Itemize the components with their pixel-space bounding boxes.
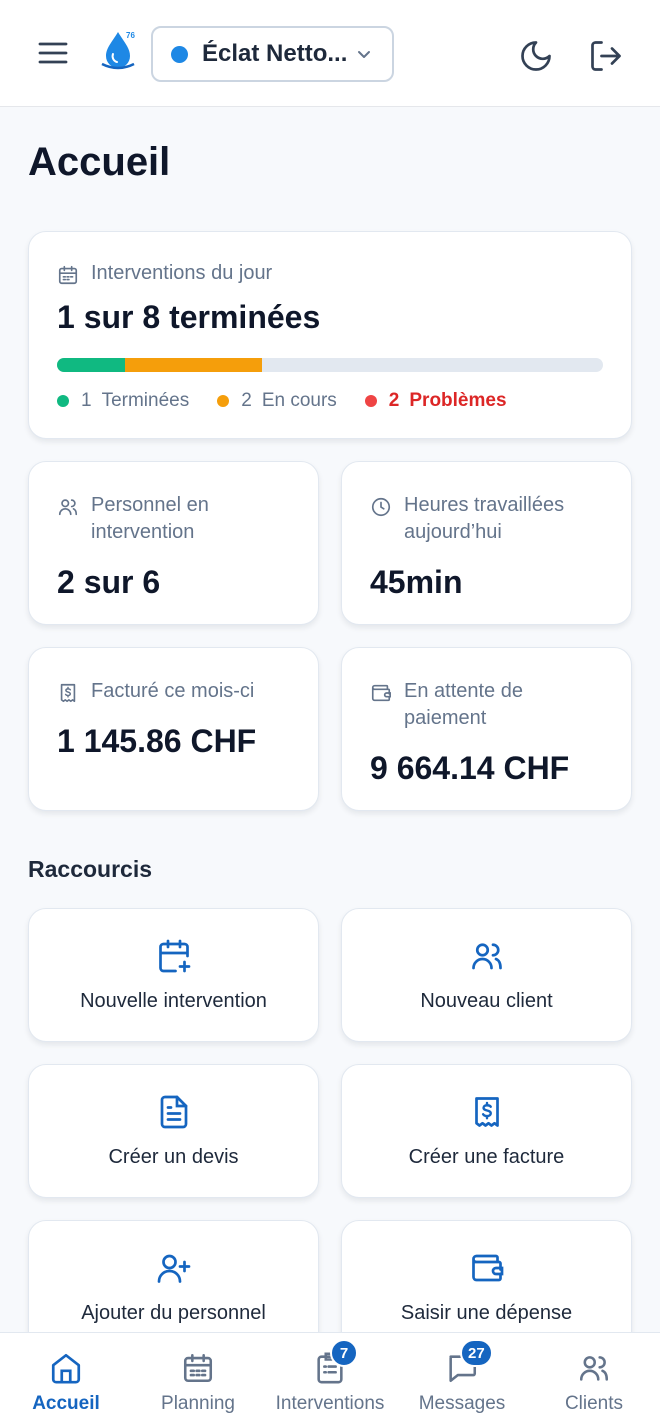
shortcut-label: Créer une facture: [408, 1145, 565, 1168]
company-status-dot: [171, 45, 188, 63]
shortcuts-title: Raccourcis: [28, 856, 153, 882]
invoiced-value: 1 145.86 CHF: [57, 723, 257, 759]
messages-badge: 27: [460, 1339, 493, 1367]
calendar-plus-icon: [158, 939, 190, 972]
hamburger-icon: [38, 42, 68, 64]
legend-en-cours: 2 En cours: [217, 390, 337, 412]
bottom-navigation: Accueil Planning 7 Interventions 27 Mess…: [0, 1332, 660, 1428]
home-icon: [51, 1353, 81, 1384]
today-legend: 1 Terminées 2 En cours 2 Problèmes: [57, 390, 603, 412]
company-name: Éclat Netto...: [202, 40, 348, 67]
hours-card[interactable]: Heures travaillées aujourd’hui 45min: [341, 461, 632, 625]
legend-dot-problemes: [364, 395, 377, 407]
pending-payment-card[interactable]: En attente de paiement 9 664.14 CHF: [341, 647, 632, 811]
nav-label: Accueil: [32, 1393, 100, 1414]
shortcut-label: Nouveau client: [420, 989, 553, 1012]
today-interventions-card[interactable]: Interventions du jour 1 sur 8 terminées …: [28, 231, 632, 439]
pending-label: En attente de paiement: [404, 680, 523, 729]
interventions-badge: 7: [330, 1339, 358, 1367]
nav-item-interventions[interactable]: 7 Interventions: [264, 1333, 396, 1428]
nav-label: Interventions: [275, 1393, 385, 1414]
hours-label: Heures travaillées aujourd’hui: [404, 494, 565, 543]
hours-value: 45min: [370, 564, 463, 600]
nav-label: Clients: [564, 1393, 624, 1414]
clock-icon: [371, 497, 391, 517]
receipt-dollar-icon: [60, 683, 76, 703]
nav-item-clients[interactable]: Clients: [528, 1333, 660, 1428]
users-icon: [471, 942, 502, 969]
nav-label: Messages: [418, 1393, 506, 1414]
calendar-icon: [183, 1353, 213, 1383]
chevron-down-icon: [358, 51, 370, 58]
today-label: Interventions du jour: [91, 262, 273, 284]
users-icon: [579, 1356, 609, 1381]
wallet-icon: [471, 1254, 503, 1281]
progress-segment: [57, 358, 126, 372]
progress-segment: [125, 358, 262, 372]
invoiced-card[interactable]: Facturé ce mois-ci 1 145.86 CHF: [28, 647, 319, 811]
invoiced-label: Facturé ce mois-ci: [91, 680, 255, 702]
today-value: 1 sur 8 terminées: [57, 299, 321, 335]
nav-item-accueil[interactable]: Accueil: [0, 1333, 132, 1428]
logo-sup-text: 76: [126, 31, 135, 40]
app-logo: 76: [98, 28, 138, 72]
shortcut-new-client[interactable]: Nouveau client: [341, 908, 632, 1042]
legend-terminees: 1 Terminées: [57, 390, 189, 412]
users-icon: [58, 499, 78, 516]
shortcut-label: Saisir une dépense: [400, 1301, 573, 1324]
legend-label: En cours: [261, 390, 337, 411]
page-title: Accueil: [28, 140, 171, 184]
top-bar: 76 Éclat Netto...: [0, 0, 660, 107]
water-drop-logo-icon: 76: [101, 31, 135, 70]
user-plus-icon: [157, 1254, 190, 1283]
personnel-card[interactable]: Personnel en intervention 2 sur 6: [28, 461, 319, 625]
legend-label: Problèmes: [409, 390, 507, 411]
shortcut-label: Créer un devis: [108, 1145, 239, 1168]
company-selector[interactable]: Éclat Netto...: [151, 26, 394, 82]
shortcut-label: Nouvelle intervention: [80, 989, 267, 1012]
legend-count: 2: [241, 390, 252, 411]
shortcut-new-intervention[interactable]: Nouvelle intervention: [28, 908, 319, 1042]
shortcut-create-quote[interactable]: Créer un devis: [28, 1064, 319, 1198]
calendar-icon: [58, 265, 78, 285]
today-progress-bar: [57, 358, 603, 372]
shortcut-label: Ajouter du personnel: [81, 1301, 266, 1324]
logout-button[interactable]: [588, 38, 624, 74]
pending-value: 9 664.14 CHF: [370, 750, 570, 786]
nav-item-planning[interactable]: Planning: [132, 1333, 264, 1428]
receipt-icon: [474, 1096, 499, 1127]
personnel-label: Personnel en intervention: [91, 494, 209, 543]
document-icon: [160, 1095, 187, 1128]
legend-dot-terminees: [57, 395, 69, 407]
shortcut-create-invoice[interactable]: Créer une facture: [341, 1064, 632, 1198]
wallet-icon: [371, 684, 391, 702]
legend-count: 2: [388, 390, 400, 411]
logout-icon: [591, 41, 621, 71]
nav-item-messages[interactable]: 27 Messages: [396, 1333, 528, 1428]
legend-count: 1: [81, 390, 92, 411]
personnel-value: 2 sur 6: [57, 564, 161, 600]
legend-problemes: 2 Problèmes: [364, 390, 507, 412]
legend-label: Terminées: [101, 390, 190, 411]
menu-button[interactable]: [34, 36, 72, 70]
nav-label: Planning: [161, 1393, 235, 1414]
moon-icon: [521, 41, 551, 71]
theme-toggle-button[interactable]: [518, 38, 554, 74]
legend-dot-en-cours: [217, 395, 230, 407]
